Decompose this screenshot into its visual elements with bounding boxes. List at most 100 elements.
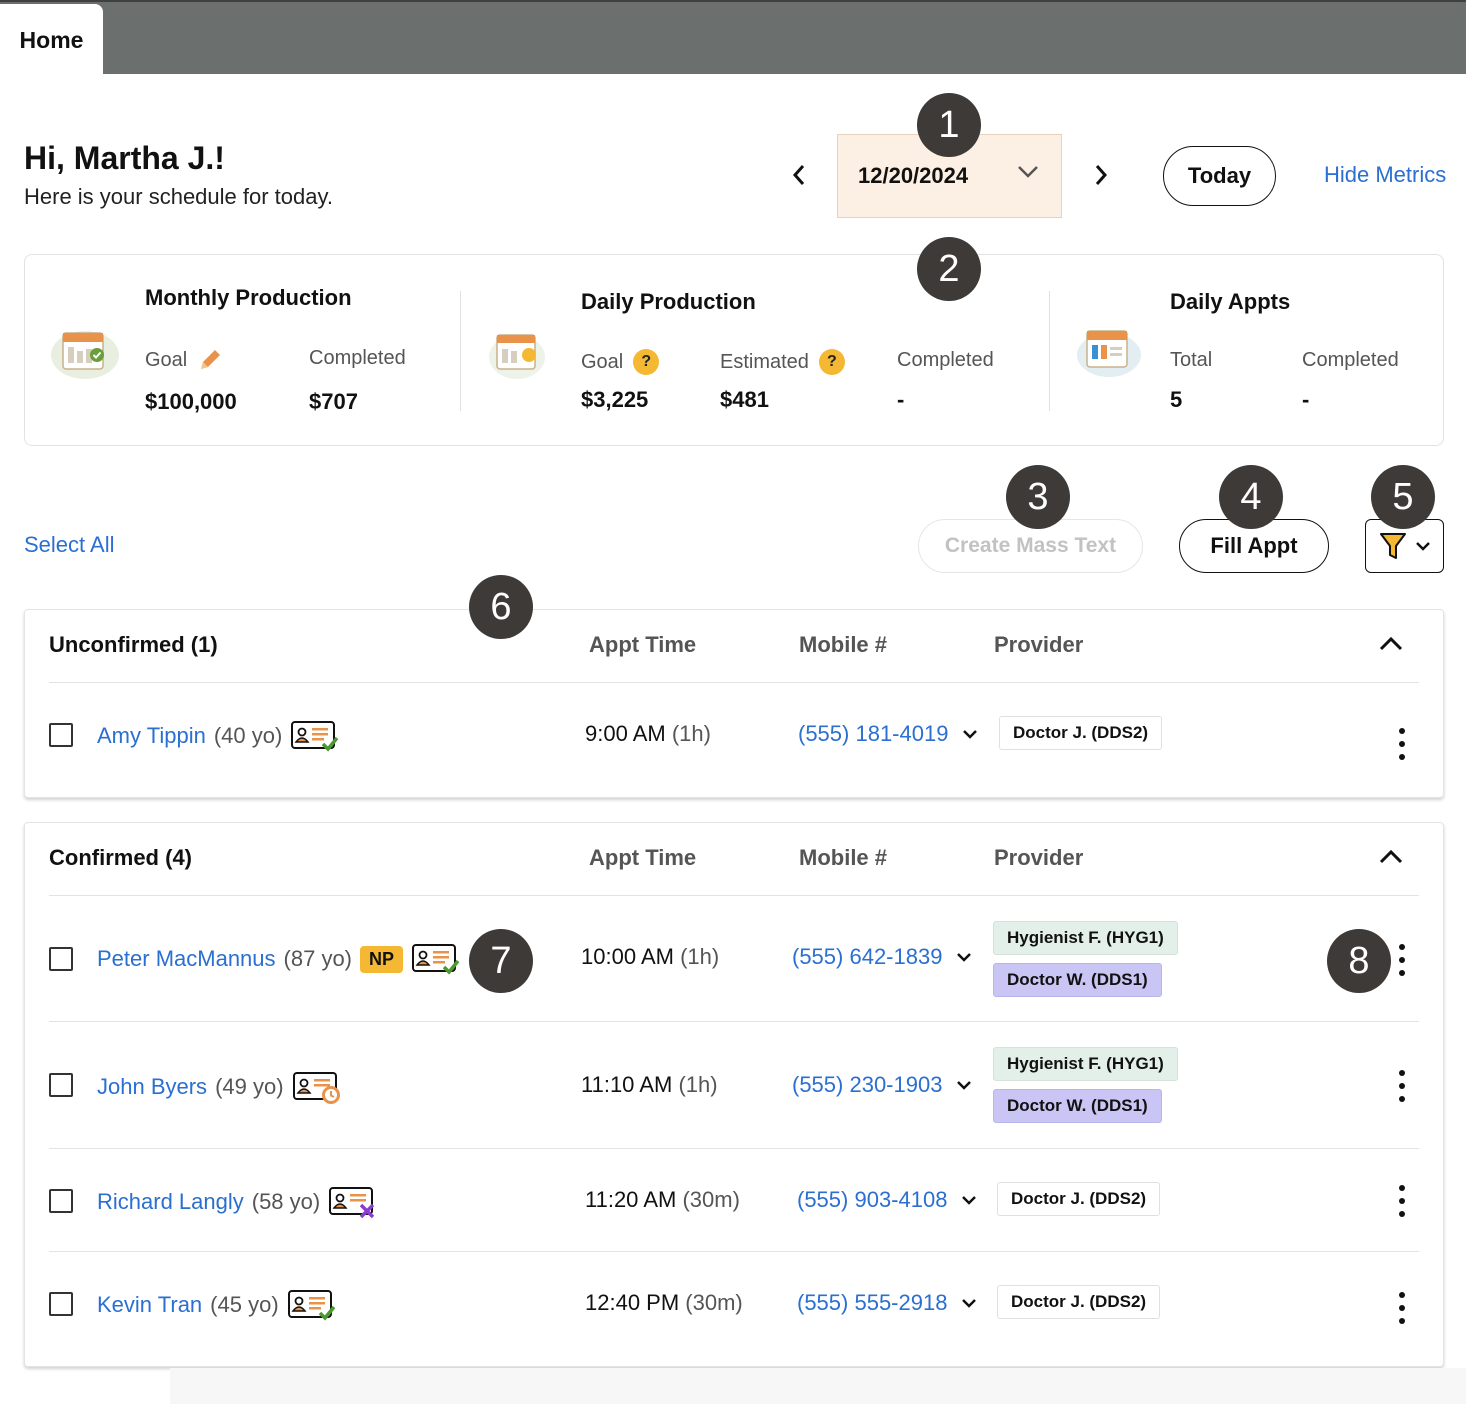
top-bar: Home [0,0,1466,76]
metrics-divider [460,291,461,411]
patient-name-link[interactable]: Peter MacMannus [97,946,276,972]
mobile-number-dropdown[interactable]: (555) 903-4108 [797,1187,977,1213]
more-options-icon[interactable] [1399,1070,1405,1102]
patient-cell: Amy Tippin (40 yo) [97,719,340,753]
mobile-number-dropdown[interactable]: (555) 230-1903 [792,1072,972,1098]
forms-incomplete-icon[interactable] [328,1185,378,1219]
provider-tag-hygienist: Hygienist F. (HYG1) [993,921,1178,955]
table-row[interactable]: Kevin Tran (45 yo) 12:40 PM (30m) (555) … [49,1252,1419,1368]
greeting-subtitle: Here is your schedule for today. [24,184,333,209]
today-button[interactable]: Today [1163,146,1276,206]
tab-home[interactable]: Home [0,4,103,76]
patient-cell: John Byers (49 yo) [97,1070,342,1104]
patient-name-link[interactable]: Richard Langly [97,1189,244,1215]
mobile-header: Mobile # [799,845,888,870]
row-checkbox[interactable] [49,723,73,747]
patient-name-link[interactable]: Kevin Tran [97,1292,202,1318]
group-title: Confirmed (4) [49,845,192,870]
forms-pending-icon[interactable] [292,1070,342,1104]
time-value: 10:00 AM [581,944,674,969]
calendar-coin-icon [489,334,545,379]
chevron-left-icon [792,165,805,185]
table-row[interactable]: John Byers (49 yo) 11:10 AM (1h) (555) 2… [49,1022,1419,1149]
row-checkbox[interactable] [49,1292,73,1316]
monthly-goal-text: Goal [145,348,188,371]
duration: (30m) [682,1187,740,1212]
appts-completed-value: - [1302,387,1310,412]
daily-estimated-value: $481 [720,387,769,412]
time-value: 12:40 PM [585,1290,680,1315]
metrics-panel: Monthly Production Goal $100,000 Complet… [24,254,1444,446]
callout-badge: 5 [1371,465,1435,529]
patient-age: (58 yo) [251,1189,321,1214]
daily-completed-value: - [897,387,905,412]
metrics-divider [1049,291,1050,411]
mobile-number-dropdown[interactable]: (555) 181-4019 [798,721,978,747]
monthly-goal-value: $100,000 [145,389,237,414]
pencil-icon[interactable] [197,347,223,373]
daily-production-title: Daily Production [581,289,756,314]
table-row[interactable]: Amy Tippin (40 yo) 9:00 AM (1h) (555) 18… [49,683,1419,799]
time-value: 11:10 AM [581,1072,673,1097]
row-checkbox[interactable] [49,947,73,971]
patient-cell: Richard Langly (58 yo) [97,1185,378,1219]
chevron-right-icon [1095,165,1108,185]
chevron-up-icon[interactable] [1379,636,1403,652]
forms-complete-icon[interactable] [411,942,461,976]
time-value: 9:00 AM [585,721,666,746]
confirmed-card: Confirmed (4) Appt Time Mobile # Provide… [24,822,1444,1367]
next-day-button[interactable] [1086,160,1116,190]
chevron-up-icon[interactable] [1379,849,1403,865]
group-title: Unconfirmed (1) [49,632,218,657]
chevron-down-icon [1018,166,1038,178]
more-options-icon[interactable] [1399,944,1405,976]
chevron-down-icon [962,1196,977,1205]
callout-badge: 3 [1006,465,1070,529]
help-icon[interactable]: ? [633,349,660,375]
appt-time: 9:00 AM (1h) [585,721,711,747]
duration: (1h) [680,944,720,969]
appt-time-header: Appt Time [589,632,697,657]
row-checkbox[interactable] [49,1189,73,1213]
callout-badge: 1 [917,93,981,157]
provider-tag: Doctor J. (DDS2) [997,1182,1161,1216]
unconfirmed-card: Unconfirmed (1) Appt Time Mobile # Provi… [24,609,1444,798]
callout-badge: 4 [1219,465,1283,529]
time-value: 11:20 AM [585,1187,677,1212]
appts-total-label: Total [1170,349,1213,371]
confirmed-header: Confirmed (4) Appt Time Mobile # Provide… [49,823,1419,896]
more-options-icon[interactable] [1399,1292,1405,1324]
appts-completed-label: Completed [1302,349,1399,371]
unconfirmed-header: Unconfirmed (1) Appt Time Mobile # Provi… [49,610,1419,683]
mobile-number-dropdown[interactable]: (555) 555-2918 [797,1290,977,1316]
appt-time: 11:20 AM (30m) [585,1187,740,1213]
forms-complete-icon[interactable] [287,1288,337,1322]
patient-name-link[interactable]: Amy Tippin [97,723,206,749]
chevron-down-icon [957,1081,972,1090]
row-checkbox[interactable] [49,1073,73,1097]
phone-value: (555) 555-2918 [797,1290,948,1315]
patient-cell: Peter MacMannus (87 yo) NP [97,942,461,976]
daily-goal-label: Goal ? [581,349,660,375]
appt-time-header: Appt Time [589,845,697,870]
chevron-down-icon [1415,542,1430,551]
new-patient-badge: NP [360,945,404,973]
hide-metrics-link[interactable]: Hide Metrics [1324,162,1446,188]
provider-tag-doctor: Doctor W. (DDS1) [993,963,1162,997]
previous-day-button[interactable] [784,160,814,190]
patient-age: (45 yo) [210,1292,279,1317]
select-all-link[interactable]: Select All [24,532,115,558]
help-icon[interactable]: ? [818,349,845,375]
calendar-check-icon [51,331,119,379]
patient-name-link[interactable]: John Byers [97,1074,207,1100]
table-row[interactable]: Richard Langly (58 yo) 11:20 AM (30m) (5… [49,1149,1419,1252]
monthly-goal-label: Goal [145,347,223,373]
more-options-icon[interactable] [1399,1185,1405,1217]
table-row[interactable]: Peter MacMannus (87 yo) NP 10:00 AM (1h)… [49,896,1419,1022]
forms-complete-icon[interactable] [290,719,340,753]
callout-badge: 7 [469,929,533,993]
mobile-number-dropdown[interactable]: (555) 642-1839 [792,944,972,970]
more-options-icon[interactable] [1399,728,1405,760]
daily-goal-text: Goal [581,350,624,373]
appt-time: 11:10 AM (1h) [581,1072,718,1098]
